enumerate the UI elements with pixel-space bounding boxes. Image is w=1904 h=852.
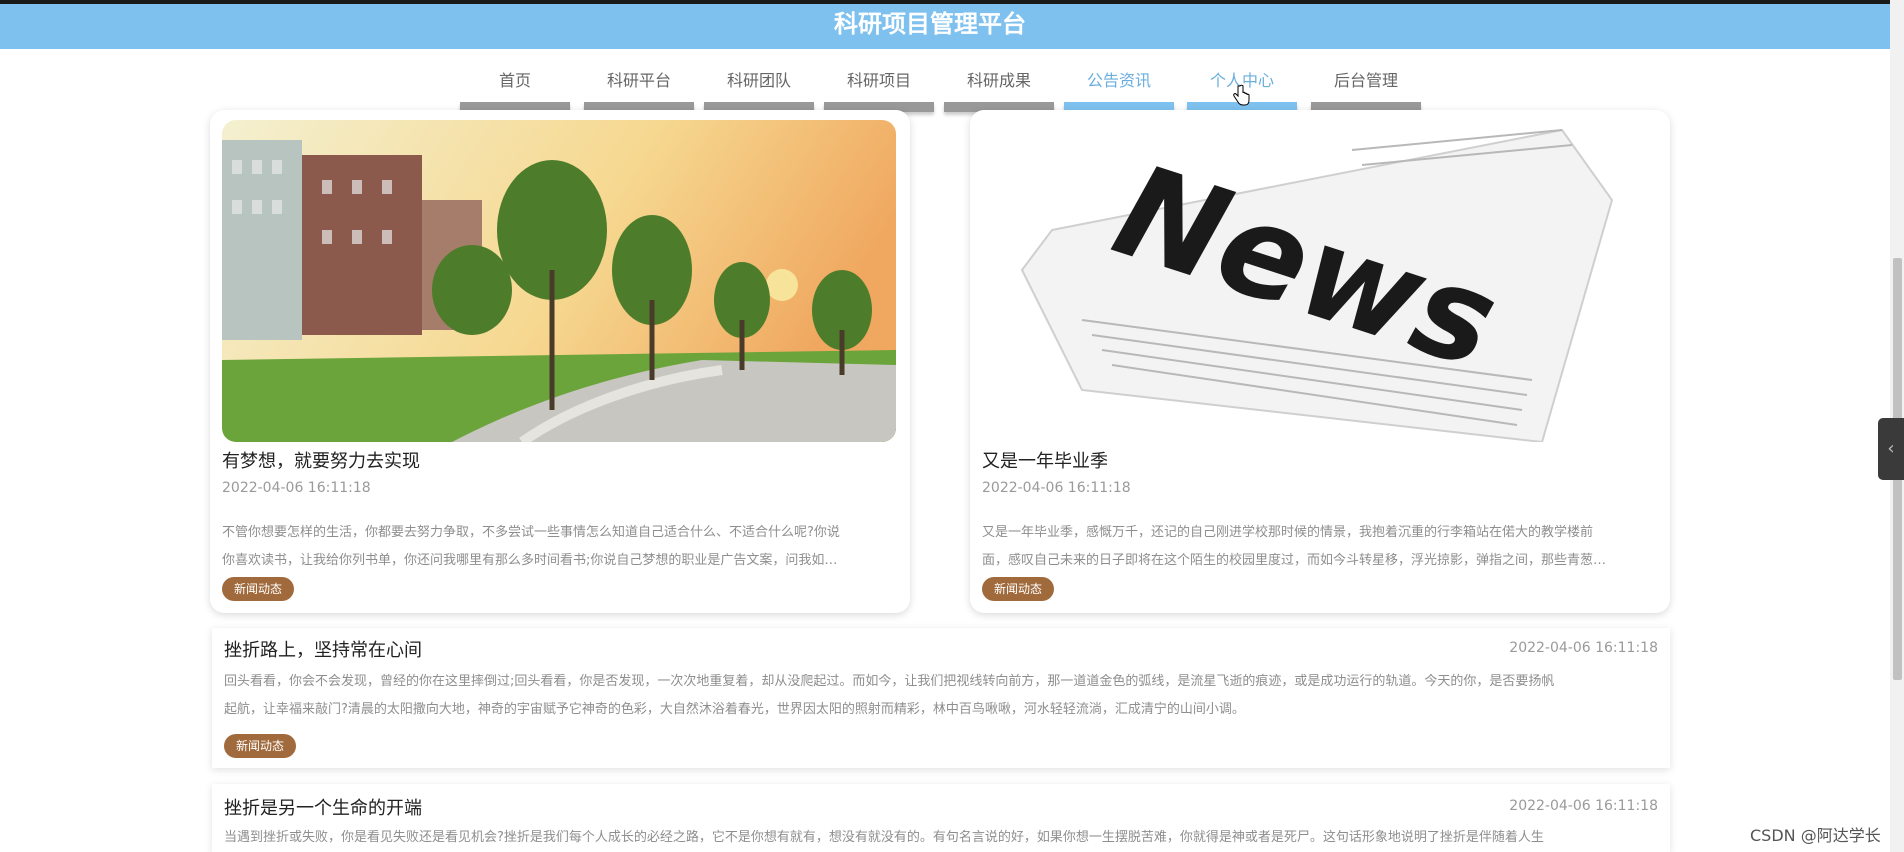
news-card[interactable]: News 又是一年毕业季 2022-04-06 16:11:18 又是一年毕业季… xyxy=(970,110,1670,613)
chevron-left-icon: ‹ xyxy=(1887,438,1895,459)
card-date: 2022-04-06 16:11:18 xyxy=(222,480,371,496)
nav-label: 公告资讯 xyxy=(1086,71,1151,90)
watermark: CSDN @阿达学长 xyxy=(1750,826,1881,845)
nav-research-results[interactable]: 科研成果 xyxy=(944,60,1054,112)
category-tag[interactable]: 新闻动态 xyxy=(224,734,297,758)
card-title[interactable]: 又是一年毕业季 xyxy=(982,447,1108,473)
nav-label: 科研成果 xyxy=(966,71,1031,90)
card-desc-line: 又是一年毕业季，感慨万千，还记的自己刚进学校那时候的情景，我抱着沉重的行李箱站在… xyxy=(982,525,1594,540)
news-card[interactable]: 有梦想，就要努力去实现 2022-04-06 16:11:18 不管你想要怎样的… xyxy=(210,110,910,613)
category-tag[interactable]: 新闻动态 xyxy=(982,577,1055,601)
news-list-item[interactable]: 挫折是另一个生命的开端 2022-04-06 16:11:18 当遇到挫折或失败… xyxy=(212,784,1670,852)
site-title: 科研项目管理平台 xyxy=(834,10,1026,38)
list-item-date: 2022-04-06 16:11:18 xyxy=(1509,798,1658,814)
card-date: 2022-04-06 16:11:18 xyxy=(982,480,1131,496)
list-item-desc-line: 回头看看，你会不会发现，曾经的你在这里摔倒过;回头看看，你是否发现，一次次地重复… xyxy=(224,674,1555,689)
nav-research-platform[interactable]: 科研平台 xyxy=(584,60,694,112)
list-item-desc: 当遇到挫折或失败，你是看见失败还是看见机会?挫折是我们每个人成长的必经之路，它不… xyxy=(224,830,1544,845)
card-desc-line: 不管你想要怎样的生活，你都要去努力争取，不多尝试一些事情怎么知道自己适合什么、不… xyxy=(222,525,840,540)
list-item-desc: 回头看看，你会不会发现，曾经的你在这里摔倒过;回头看看，你是否发现，一次次地重复… xyxy=(224,668,1658,724)
main-nav: 首页 科研平台 科研团队 科研项目 科研成果 公告资讯 个人中心 后台管理 xyxy=(0,60,1890,116)
card-title[interactable]: 有梦想，就要努力去实现 xyxy=(222,447,420,473)
nav-label: 科研团队 xyxy=(726,71,791,90)
card-desc-line: 你喜欢读书，让我给你列书单，你还问我哪里有那么多时间看书;你说自己梦想的职业是广… xyxy=(222,553,838,568)
campus-image xyxy=(222,120,896,442)
list-item-title[interactable]: 挫折是另一个生命的开端 xyxy=(224,794,422,820)
list-item-desc-line: 起航，让幸福来敲门?清晨的太阳撒向大地，神奇的宇宙赋予它神奇的色彩，大自然沐浴着… xyxy=(224,702,1245,717)
nav-home[interactable]: 首页 xyxy=(460,60,570,112)
nav-announcements[interactable]: 公告资讯 xyxy=(1064,60,1174,112)
nav-research-project[interactable]: 科研项目 xyxy=(824,60,934,112)
card-desc-line: 面，感叹自己未来的日子即将在这个陌生的校园里度过，而如今斗转星移，浮光掠影，弹指… xyxy=(982,553,1607,568)
nav-label: 科研平台 xyxy=(606,71,671,90)
list-item-date: 2022-04-06 16:11:18 xyxy=(1509,640,1658,656)
hand-cursor-icon xyxy=(1233,84,1250,106)
nav-label: 后台管理 xyxy=(1333,71,1398,90)
nav-label: 首页 xyxy=(498,71,531,90)
nav-label: 科研项目 xyxy=(846,71,911,90)
card-desc: 不管你想要怎样的生活，你都要去努力争取，不多尝试一些事情怎么知道自己适合什么、不… xyxy=(222,519,896,575)
newspaper-image: News xyxy=(972,120,1668,442)
nav-research-team[interactable]: 科研团队 xyxy=(704,60,814,112)
category-tag[interactable]: 新闻动态 xyxy=(222,577,295,601)
card-desc: 又是一年毕业季，感慨万千，还记的自己刚进学校那时候的情景，我抱着沉重的行李箱站在… xyxy=(982,519,1656,575)
nav-admin[interactable]: 后台管理 xyxy=(1311,60,1421,112)
news-list-item[interactable]: 挫折路上，坚持常在心间 2022-04-06 16:11:18 回头看看，你会不… xyxy=(212,628,1670,768)
side-panel-toggle[interactable]: ‹ xyxy=(1878,418,1904,480)
list-item-title[interactable]: 挫折路上，坚持常在心间 xyxy=(224,636,422,662)
